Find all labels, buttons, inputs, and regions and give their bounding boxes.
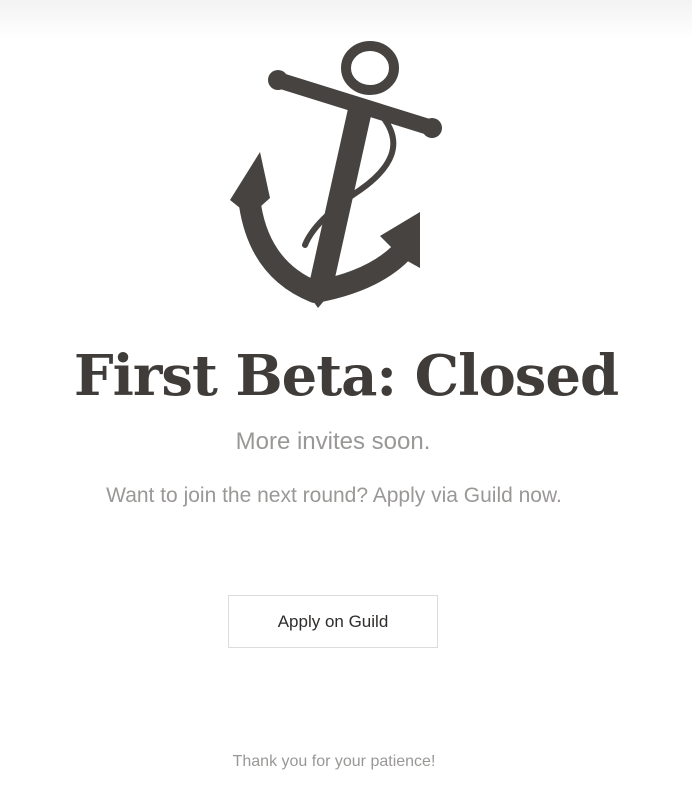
footer-thanks: Thank you for your patience! (232, 753, 436, 770)
top-fade (0, 0, 692, 40)
anchor-icon (230, 41, 442, 308)
invite-message: Want to join the next round? Apply via G… (106, 484, 562, 507)
page-title: First Beta: Closed (73, 343, 619, 409)
subtitle-text: More invites soon. (235, 428, 431, 455)
apply-on-guild-button[interactable]: Apply on Guild (228, 595, 438, 648)
